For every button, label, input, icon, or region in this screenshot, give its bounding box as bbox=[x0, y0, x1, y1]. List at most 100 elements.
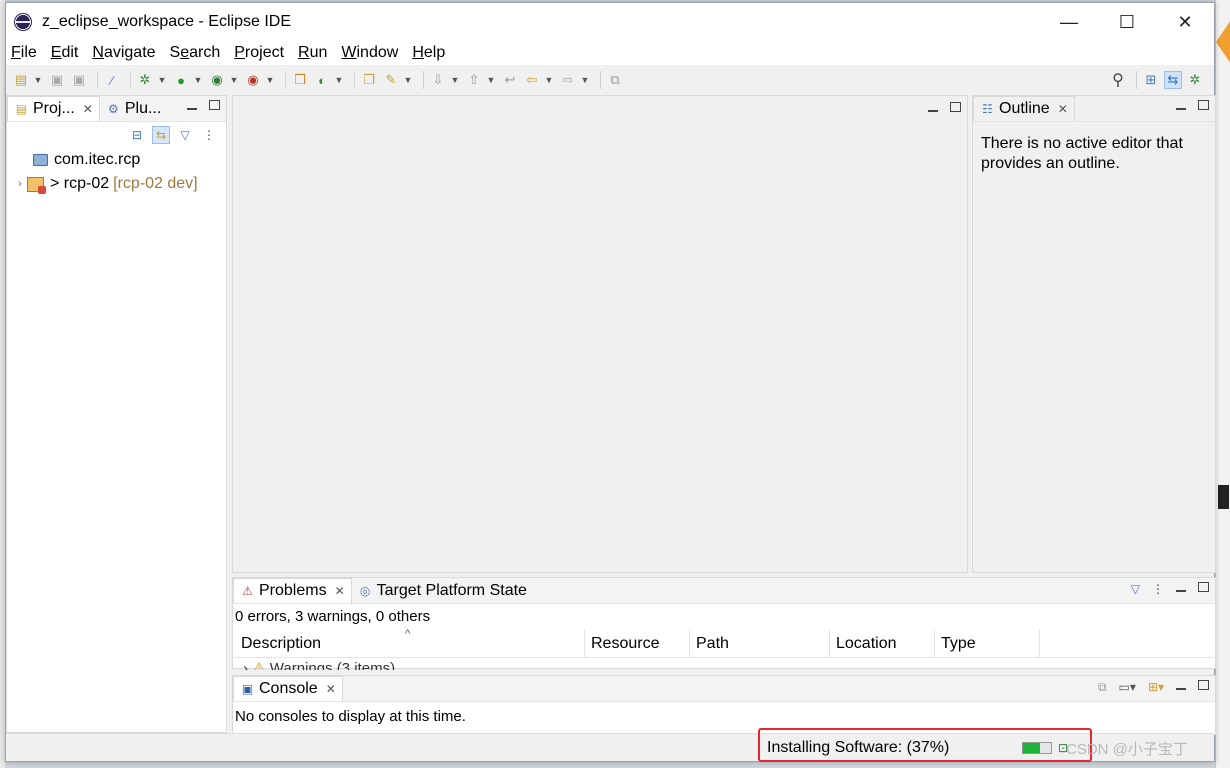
display-console-icon[interactable]: ▭▾ bbox=[1119, 680, 1136, 695]
minimize-view-icon[interactable] bbox=[1176, 582, 1186, 592]
outline-message: There is no active editor that provides … bbox=[981, 135, 1183, 172]
external-tools-icon[interactable]: ◉ bbox=[244, 71, 262, 89]
plugin-project-icon bbox=[27, 176, 46, 194]
menu-window[interactable]: Window bbox=[341, 44, 398, 62]
forward-icon[interactable]: ⇨ bbox=[559, 71, 577, 89]
filter-icon[interactable]: ▽ bbox=[1131, 582, 1140, 596]
skip-breakpoints-icon[interactable]: ⁄ bbox=[103, 71, 121, 89]
tab-console[interactable]: ▣ Console ✕ bbox=[233, 676, 343, 701]
debug-dropdown-icon[interactable]: ▼ bbox=[158, 71, 167, 89]
column-type[interactable]: Type bbox=[935, 630, 1040, 657]
open-task-icon[interactable]: ✎ bbox=[382, 71, 400, 89]
menu-file[interactable]: File bbox=[11, 44, 37, 62]
target-platform-icon: ◎ bbox=[359, 583, 371, 598]
open-type-icon[interactable]: ❐ bbox=[360, 71, 378, 89]
close-tab-icon[interactable]: ✕ bbox=[83, 102, 93, 116]
problems-pane: ⚠ Problems ✕ ◎ Target Platform State ▽ ⋮… bbox=[232, 577, 1216, 670]
maximize-button[interactable]: ☐ bbox=[1098, 3, 1156, 41]
open-perspective-icon[interactable]: ⊞ bbox=[1142, 71, 1160, 89]
progress-bar[interactable] bbox=[1022, 742, 1052, 754]
close-tab-icon[interactable]: ✕ bbox=[326, 682, 336, 696]
plugin-perspective-icon[interactable]: ⇆ bbox=[1164, 71, 1182, 89]
console-icon: ▣ bbox=[241, 682, 254, 696]
column-path[interactable]: Path bbox=[690, 630, 830, 657]
status-bar: Installing Software: (37%) ⊡ CSDN @小子宝丁 bbox=[6, 728, 1214, 762]
minimize-view-icon[interactable] bbox=[1176, 680, 1186, 690]
minimize-button[interactable]: — bbox=[1040, 3, 1098, 41]
minimize-view-icon[interactable] bbox=[1176, 100, 1186, 110]
maximize-editor-icon[interactable] bbox=[950, 102, 961, 112]
next-annotation-dropdown-icon[interactable]: ▼ bbox=[451, 71, 460, 89]
debug-icon[interactable]: ✲ bbox=[136, 71, 154, 89]
coverage-dropdown-icon[interactable]: ▼ bbox=[230, 71, 239, 89]
plugins-icon: ⚙ bbox=[107, 101, 119, 116]
tab-plugins[interactable]: ⚙ Plu... bbox=[100, 96, 167, 121]
column-description[interactable]: Description ^ bbox=[235, 628, 585, 657]
back-dropdown-icon[interactable]: ▼ bbox=[545, 71, 554, 89]
pin-console-icon[interactable]: ⧉ bbox=[1098, 680, 1107, 695]
expand-chevron-icon[interactable]: › bbox=[13, 178, 27, 190]
desktop-logo-fragment bbox=[1216, 20, 1230, 64]
forward-dropdown-icon[interactable]: ▼ bbox=[581, 71, 590, 89]
tab-outline[interactable]: ☷ Outline ✕ bbox=[973, 96, 1075, 121]
new-icon[interactable]: ▤ bbox=[12, 71, 30, 89]
tree-item-rcp-02[interactable]: › > rcp-02 [rcp-02 dev] bbox=[7, 172, 226, 196]
project-tree: com.itec.rcp › > rcp-02 [rcp-02 dev] bbox=[7, 148, 226, 196]
outline-pane: ☷ Outline ✕ There is no active editor th… bbox=[972, 95, 1216, 573]
tab-problems[interactable]: ⚠ Problems ✕ bbox=[233, 578, 352, 603]
open-task-dropdown-icon[interactable]: ▼ bbox=[404, 71, 413, 89]
external-tools-dropdown-icon[interactable]: ▼ bbox=[266, 71, 275, 89]
menu-navigate[interactable]: Navigate bbox=[92, 44, 155, 62]
new-dropdown-icon[interactable]: ▼ bbox=[34, 71, 43, 89]
filter-icon[interactable]: ▽ bbox=[176, 126, 194, 144]
title-bar[interactable]: z_eclipse_workspace - Eclipse IDE — ☐ ✕ bbox=[6, 3, 1214, 41]
tree-item-com-itec-rcp[interactable]: com.itec.rcp bbox=[7, 148, 226, 172]
close-tab-icon[interactable]: ✕ bbox=[335, 584, 345, 598]
new-package-icon[interactable]: ❒ bbox=[291, 71, 309, 89]
close-button[interactable]: ✕ bbox=[1156, 3, 1214, 41]
minimize-view-icon[interactable] bbox=[187, 100, 197, 110]
editor-area[interactable] bbox=[232, 95, 968, 573]
close-tab-icon[interactable]: ✕ bbox=[1058, 102, 1068, 116]
status-text[interactable]: Installing Software: (37%) bbox=[767, 739, 949, 757]
menu-edit[interactable]: Edit bbox=[51, 44, 79, 62]
minimize-editor-icon[interactable] bbox=[928, 102, 938, 112]
next-annotation-icon[interactable]: ⇩ bbox=[429, 71, 447, 89]
column-location[interactable]: Location bbox=[830, 630, 935, 657]
debug-perspective-icon[interactable]: ✲ bbox=[1186, 71, 1204, 89]
column-resource[interactable]: Resource bbox=[585, 630, 690, 657]
view-menu-icon[interactable]: ⋮ bbox=[200, 126, 218, 144]
tab-target-platform-state[interactable]: ◎ Target Platform State bbox=[352, 578, 533, 603]
eclipse-logo-icon bbox=[14, 13, 32, 31]
save-icon[interactable]: ▣ bbox=[48, 71, 66, 89]
menu-help[interactable]: Help bbox=[412, 44, 445, 62]
maximize-view-icon[interactable] bbox=[1198, 680, 1209, 690]
save-all-icon[interactable]: ▣ bbox=[70, 71, 88, 89]
search-icon[interactable]: ⚲ bbox=[1109, 71, 1127, 89]
view-menu-icon[interactable]: ⋮ bbox=[1152, 582, 1164, 596]
pin-editor-icon[interactable]: ⧉ bbox=[606, 71, 624, 89]
new-class-dropdown-icon[interactable]: ▼ bbox=[335, 71, 344, 89]
outline-icon: ☷ bbox=[982, 102, 993, 116]
menu-project[interactable]: Project bbox=[234, 44, 284, 62]
previous-annotation-icon[interactable]: ⇧ bbox=[465, 71, 483, 89]
maximize-view-icon[interactable] bbox=[1198, 582, 1209, 592]
last-edit-location-icon[interactable]: ↩ bbox=[501, 71, 519, 89]
open-console-icon[interactable]: ⊞▾ bbox=[1148, 680, 1164, 695]
maximize-view-icon[interactable] bbox=[1198, 100, 1209, 110]
coverage-icon[interactable]: ◉ bbox=[208, 71, 226, 89]
back-icon[interactable]: ⇦ bbox=[523, 71, 541, 89]
table-row[interactable]: › ⚠ Warnings (3 items) bbox=[235, 658, 1213, 670]
maximize-view-icon[interactable] bbox=[209, 100, 220, 110]
new-class-icon[interactable]: ◐ bbox=[313, 71, 331, 89]
run-icon[interactable]: ● bbox=[172, 71, 190, 89]
previous-annotation-dropdown-icon[interactable]: ▼ bbox=[487, 71, 496, 89]
menu-run[interactable]: Run bbox=[298, 44, 327, 62]
tab-project-explorer[interactable]: ▤ Proj... ✕ bbox=[7, 96, 100, 121]
main-toolbar: ▤ ▼ ▣ ▣ ⁄ ✲ ▼ ● ▼ ◉ ▼ ◉ ▼ ❒ ◐ ▼ ❐ ✎ ▼ ⇩ … bbox=[6, 65, 1214, 95]
run-dropdown-icon[interactable]: ▼ bbox=[194, 71, 203, 89]
link-with-editor-icon[interactable]: ⇆ bbox=[152, 126, 170, 144]
collapse-all-icon[interactable]: ⊟ bbox=[128, 126, 146, 144]
menu-search[interactable]: Search bbox=[170, 44, 221, 62]
project-explorer-icon: ▤ bbox=[15, 102, 28, 116]
